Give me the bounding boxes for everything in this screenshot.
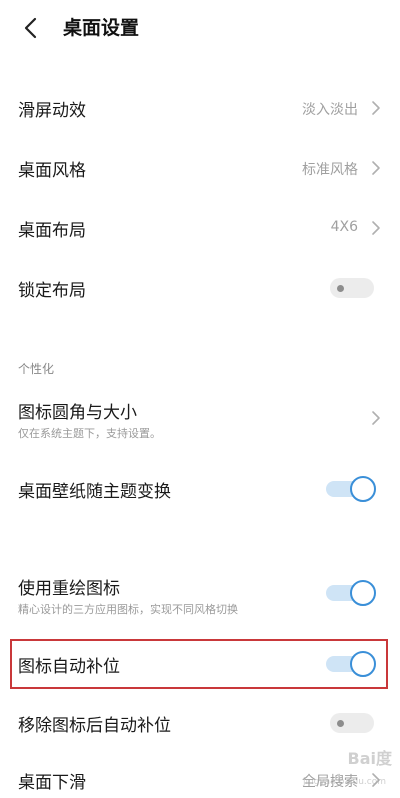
redrawn-icons-toggle[interactable] [326, 580, 376, 606]
chevron-right-icon [372, 221, 380, 235]
setting-row-auto-fill-after-remove: 移除图标后自动补位 [0, 705, 400, 741]
toggle-knob [350, 580, 376, 606]
chevron-right-icon [372, 101, 380, 115]
toggle-knob [337, 285, 344, 292]
baidu-watermark: Bai度 [348, 745, 392, 769]
setting-label: 图标圆角与大小 [18, 403, 137, 423]
setting-row-desktop-style[interactable]: 桌面风格 标准风格 [0, 150, 400, 186]
header: 桌面设置 [0, 0, 400, 60]
chevron-right-icon [372, 411, 380, 425]
lock-layout-toggle[interactable] [330, 278, 374, 298]
setting-label: 滑屏动效 [18, 101, 86, 121]
setting-value: 4X6 [330, 219, 358, 235]
setting-row-icon-corner-size[interactable]: 图标圆角与大小 仅在系统主题下，支持设置。 [0, 396, 400, 444]
toggle-knob [350, 651, 376, 677]
setting-label: 使用重绘图标 [18, 579, 120, 599]
page-title: 桌面设置 [63, 17, 140, 39]
setting-value: 淡入淡出 [302, 102, 358, 118]
setting-row-icon-auto-fill: 图标自动补位 [0, 646, 400, 682]
setting-subtitle: 精心设计的三方应用图标，实现不同风格切换 [18, 603, 238, 616]
setting-row-scroll-effect[interactable]: 滑屏动效 淡入淡出 [0, 90, 400, 126]
wallpaper-theme-toggle[interactable] [326, 476, 376, 502]
setting-label: 桌面布局 [18, 221, 86, 241]
chevron-right-icon [372, 161, 380, 175]
toggle-knob [350, 476, 376, 502]
setting-label: 图标自动补位 [18, 657, 120, 677]
setting-label: 锁定布局 [18, 281, 86, 301]
chevron-left-icon[interactable] [20, 17, 42, 39]
setting-row-desktop-layout[interactable]: 桌面布局 4X6 [0, 210, 400, 246]
setting-label: 移除图标后自动补位 [18, 716, 171, 736]
setting-subtitle: 仅在系统主题下，支持设置。 [18, 427, 161, 440]
setting-value: 标准风格 [302, 162, 358, 178]
section-title-personalize: 个性化 [18, 362, 55, 376]
auto-fill-after-remove-toggle[interactable] [330, 713, 374, 733]
toggle-knob [337, 720, 344, 727]
setting-label: 桌面壁纸随主题变换 [18, 482, 171, 502]
setting-label: 桌面下滑 [18, 773, 86, 793]
setting-label: 桌面风格 [18, 161, 86, 181]
watermark-text: Bai度 [347, 749, 392, 768]
setting-row-redrawn-icons: 使用重绘图标 精心设计的三方应用图标，实现不同风格切换 [0, 572, 400, 620]
icon-auto-fill-toggle[interactable] [326, 651, 376, 677]
watermark-url: jingyan.baidu.com [302, 777, 386, 787]
setting-row-lock-layout: 锁定布局 [0, 270, 400, 306]
setting-row-wallpaper-follow-theme: 桌面壁纸随主题变换 [0, 471, 400, 507]
